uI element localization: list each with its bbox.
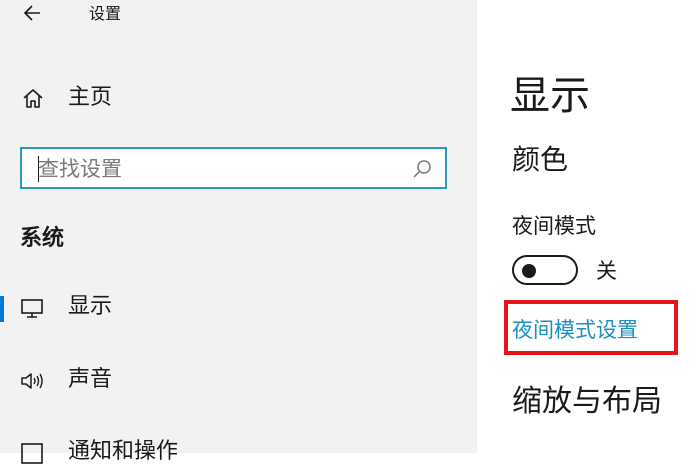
back-button[interactable] — [18, 0, 48, 26]
window-title: 设置 — [89, 4, 122, 23]
scale-layout-heading: 缩放与布局 — [512, 384, 662, 419]
sidebar-item-display[interactable]: 显示 — [0, 285, 477, 329]
night-mode-label: 夜间模式 — [512, 214, 596, 238]
back-arrow-icon — [23, 5, 40, 21]
text-caret — [38, 156, 39, 182]
color-heading: 颜色 — [512, 143, 569, 176]
home-icon — [23, 89, 43, 108]
sidebar: 设置 主页 系统 显示 声音 通知和操作 — [0, 0, 477, 464]
search-input[interactable] — [38, 155, 408, 183]
notification-icon — [21, 443, 43, 464]
monitor-icon — [21, 299, 43, 318]
night-mode-state: 关 — [596, 259, 617, 283]
sidebar-item-sound[interactable]: 声音 — [0, 358, 477, 402]
speaker-icon — [21, 373, 43, 389]
sidebar-item-label: 声音 — [68, 367, 113, 392]
search-box[interactable] — [20, 147, 447, 189]
sidebar-item-label: 通知和操作 — [68, 439, 179, 464]
search-icon[interactable] — [411, 158, 433, 180]
main-content: 显示 颜色 夜间模式 关 夜间模式设置 缩放与布局 — [477, 0, 699, 453]
sidebar-item-label: 主页 — [68, 85, 113, 110]
page-title: 显示 — [510, 73, 590, 119]
night-mode-toggle[interactable] — [512, 255, 578, 285]
sidebar-item-home[interactable]: 主页 — [0, 76, 477, 120]
section-heading-system: 系统 — [20, 226, 65, 251]
toggle-knob — [522, 264, 536, 278]
sidebar-item-label: 显示 — [68, 294, 113, 319]
selected-indicator — [0, 296, 4, 322]
sidebar-item-notifications[interactable]: 通知和操作 — [0, 430, 477, 474]
night-mode-settings-link[interactable]: 夜间模式设置 — [512, 316, 638, 344]
